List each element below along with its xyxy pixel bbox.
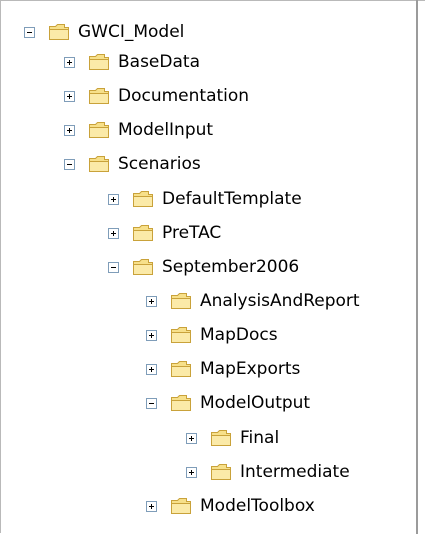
folder-icon	[133, 259, 153, 275]
plus-box-icon[interactable]	[108, 193, 119, 205]
folder-icon	[133, 225, 153, 241]
tree-item-label: ModelInput	[118, 120, 214, 140]
folder-icon	[133, 191, 153, 207]
folder-icon	[171, 293, 191, 309]
tree-item-mapexports[interactable]: MapExports	[146, 353, 300, 385]
plus-box-icon[interactable]	[64, 56, 75, 68]
tree-item-defaulttemplate[interactable]: DefaultTemplate	[108, 183, 302, 215]
minus-box-icon[interactable]	[108, 261, 119, 273]
tree-item-basedata[interactable]: BaseData	[64, 46, 200, 78]
tree-item-september2006[interactable]: September2006	[108, 251, 299, 283]
tree-item-label: MapExports	[200, 359, 301, 379]
tree-item-intermediate[interactable]: Intermediate	[186, 456, 350, 488]
tree-item-label: September2006	[162, 257, 300, 277]
tree-item-label: GWCI_Model	[78, 22, 185, 42]
plus-box-icon[interactable]	[108, 227, 119, 239]
tree-item-label: PreTAC	[162, 223, 222, 243]
plus-box-icon[interactable]	[64, 124, 75, 136]
tree-item-final[interactable]: Final	[186, 422, 279, 454]
tree-item-label: ModelOutput	[200, 393, 311, 413]
tree-item-label: BaseData	[118, 52, 200, 72]
tree-item-analysisandreport[interactable]: AnalysisAndReport	[146, 285, 360, 317]
plus-box-icon[interactable]	[146, 500, 157, 512]
tree-item-label: Documentation	[118, 86, 250, 106]
folder-icon	[89, 88, 109, 104]
folder-icon	[171, 327, 191, 343]
tree-item-label: ModelToolbox	[200, 496, 315, 516]
folder-icon	[171, 498, 191, 514]
tree-item-label: Scenarios	[118, 154, 201, 174]
tree-item-documentation[interactable]: Documentation	[64, 80, 249, 112]
plus-box-icon[interactable]	[146, 295, 157, 307]
tree-item-modelinput[interactable]: ModelInput	[64, 114, 213, 146]
plus-box-icon[interactable]	[146, 363, 157, 375]
folder-icon	[49, 24, 69, 40]
plus-box-icon[interactable]	[186, 432, 197, 444]
folder-icon	[89, 54, 109, 70]
tree-item-gwci-model[interactable]: GWCI_Model	[24, 16, 184, 48]
tree-item-label: Intermediate	[240, 462, 350, 482]
folder-icon	[171, 361, 191, 377]
minus-box-icon[interactable]	[24, 26, 35, 38]
tree-item-label: AnalysisAndReport	[200, 291, 360, 311]
tree-item-scenarios[interactable]: Scenarios	[64, 148, 201, 180]
plus-box-icon[interactable]	[146, 329, 157, 341]
tree-item-modeloutput[interactable]: ModelOutput	[146, 387, 310, 419]
folder-icon	[211, 430, 231, 446]
minus-box-icon[interactable]	[64, 158, 75, 170]
tree-item-label: DefaultTemplate	[162, 189, 302, 209]
tree-item-modeltoolbox[interactable]: ModelToolbox	[146, 490, 315, 522]
plus-box-icon[interactable]	[186, 466, 197, 478]
tree-item-label: Final	[240, 428, 280, 448]
plus-box-icon[interactable]	[64, 90, 75, 102]
tree-item-pretac[interactable]: PreTAC	[108, 217, 221, 249]
folder-icon	[211, 464, 231, 480]
tree-item-mapdocs[interactable]: MapDocs	[146, 319, 278, 351]
tree-item-label: MapDocs	[200, 325, 278, 345]
minus-box-icon[interactable]	[146, 397, 157, 409]
folder-icon	[89, 156, 109, 172]
folder-icon	[89, 122, 109, 138]
folder-tree: GWCI_Model BaseData Documentation ModelI…	[0, 0, 426, 534]
folder-icon	[171, 395, 191, 411]
